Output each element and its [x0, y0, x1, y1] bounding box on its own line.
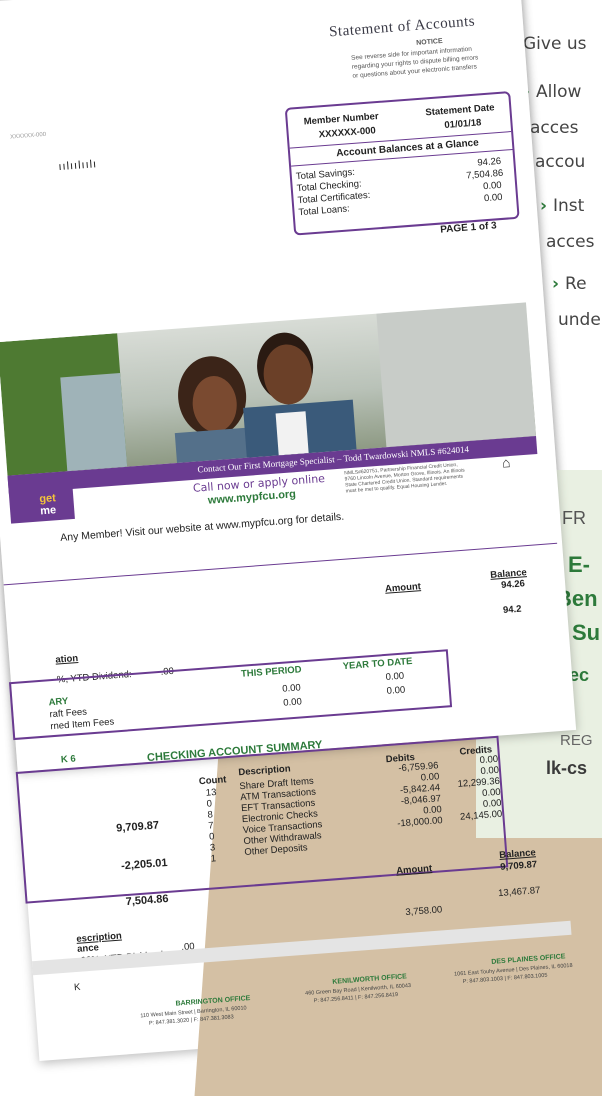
savings-balance-end: 94.2 [502, 603, 522, 616]
savings-desc-header: ation [55, 653, 79, 666]
checking-ance: ance [76, 942, 100, 955]
card-heading: FR [562, 508, 586, 528]
bullet-allow: ›Allow [523, 74, 581, 110]
card-title-line3: Su [572, 620, 601, 645]
chevron-right-icon: › [552, 274, 560, 294]
checking-k: K [73, 981, 81, 994]
summary-title: ARY [48, 695, 69, 709]
badge-line2: me [39, 504, 57, 518]
notice-title: NOTICE [415, 37, 443, 47]
register-value: lk-cs [546, 758, 588, 778]
chevron-right-icon: › [540, 196, 548, 216]
col-this-period: THIS PERIOD [240, 664, 302, 680]
summary-row-this: 0.00 [282, 696, 303, 709]
section-divider [3, 542, 558, 586]
balance-box: Member Number XXXXXX-000 Statement Date … [284, 91, 520, 236]
barcode: ıılıılıılı [58, 158, 98, 174]
bullet-register: › Re [552, 274, 587, 294]
statement-date-label: Statement Date [425, 102, 495, 119]
checking-credits: 0.00 0.00 12,299.36 0.00 0.00 24,145.00 [457, 753, 503, 823]
register-label: REG [560, 732, 593, 749]
checking-debits: -6,759.96 0.00 -5,842.44 -8,046.97 0.00 … [396, 760, 443, 830]
checking-section-title: K 6 [60, 753, 77, 766]
bullet-instant: › Inst [540, 196, 585, 216]
statement-document: Statement of Accounts NOTICE See reverse… [0, 0, 577, 904]
bullet-line-access: acces [530, 118, 579, 138]
equal-housing-icon: ⌂ [501, 454, 511, 471]
summary-row-ytd: 0.00 [386, 684, 406, 697]
checking-left-3: 7,504.86 [125, 892, 169, 909]
checking-descriptions: Share Draft Items ATM Transactions EFT T… [239, 775, 323, 859]
account-id: XXXXXX-000 [9, 131, 47, 141]
bullet-line-under: unde [558, 310, 601, 330]
savings-balance-start: 94.26 [500, 578, 526, 592]
intro-heading: Give us [523, 34, 587, 54]
savings-amount-header: Amount [384, 581, 422, 595]
card-title-line1: E- [568, 552, 590, 577]
statement-date: 01/01/18 [444, 117, 482, 132]
page: Give us ›Allow acces accou ›Inst acces ›… [0, 0, 602, 1096]
bullet-line-access-2: acces [546, 232, 595, 252]
balance-value-loans: 0.00 [483, 191, 503, 205]
bullet-line-account: accou [535, 152, 586, 172]
summary-row-this: 0.00 [281, 682, 302, 695]
balance-value-certificates: 0.00 [482, 179, 503, 193]
statement-title: Statement of Accounts [328, 13, 476, 41]
balance-value-savings: 94.26 [476, 155, 502, 169]
checking-col-count: Count [198, 774, 227, 788]
member-number: XXXXXX-000 [318, 125, 377, 141]
promo-text: Any Member! Visit our website at www.myp… [59, 510, 345, 544]
summary-row-ytd: 0.00 [385, 670, 405, 683]
balance-label-loans: Total Loans: [298, 203, 351, 219]
promo-badge: get me [7, 470, 75, 524]
